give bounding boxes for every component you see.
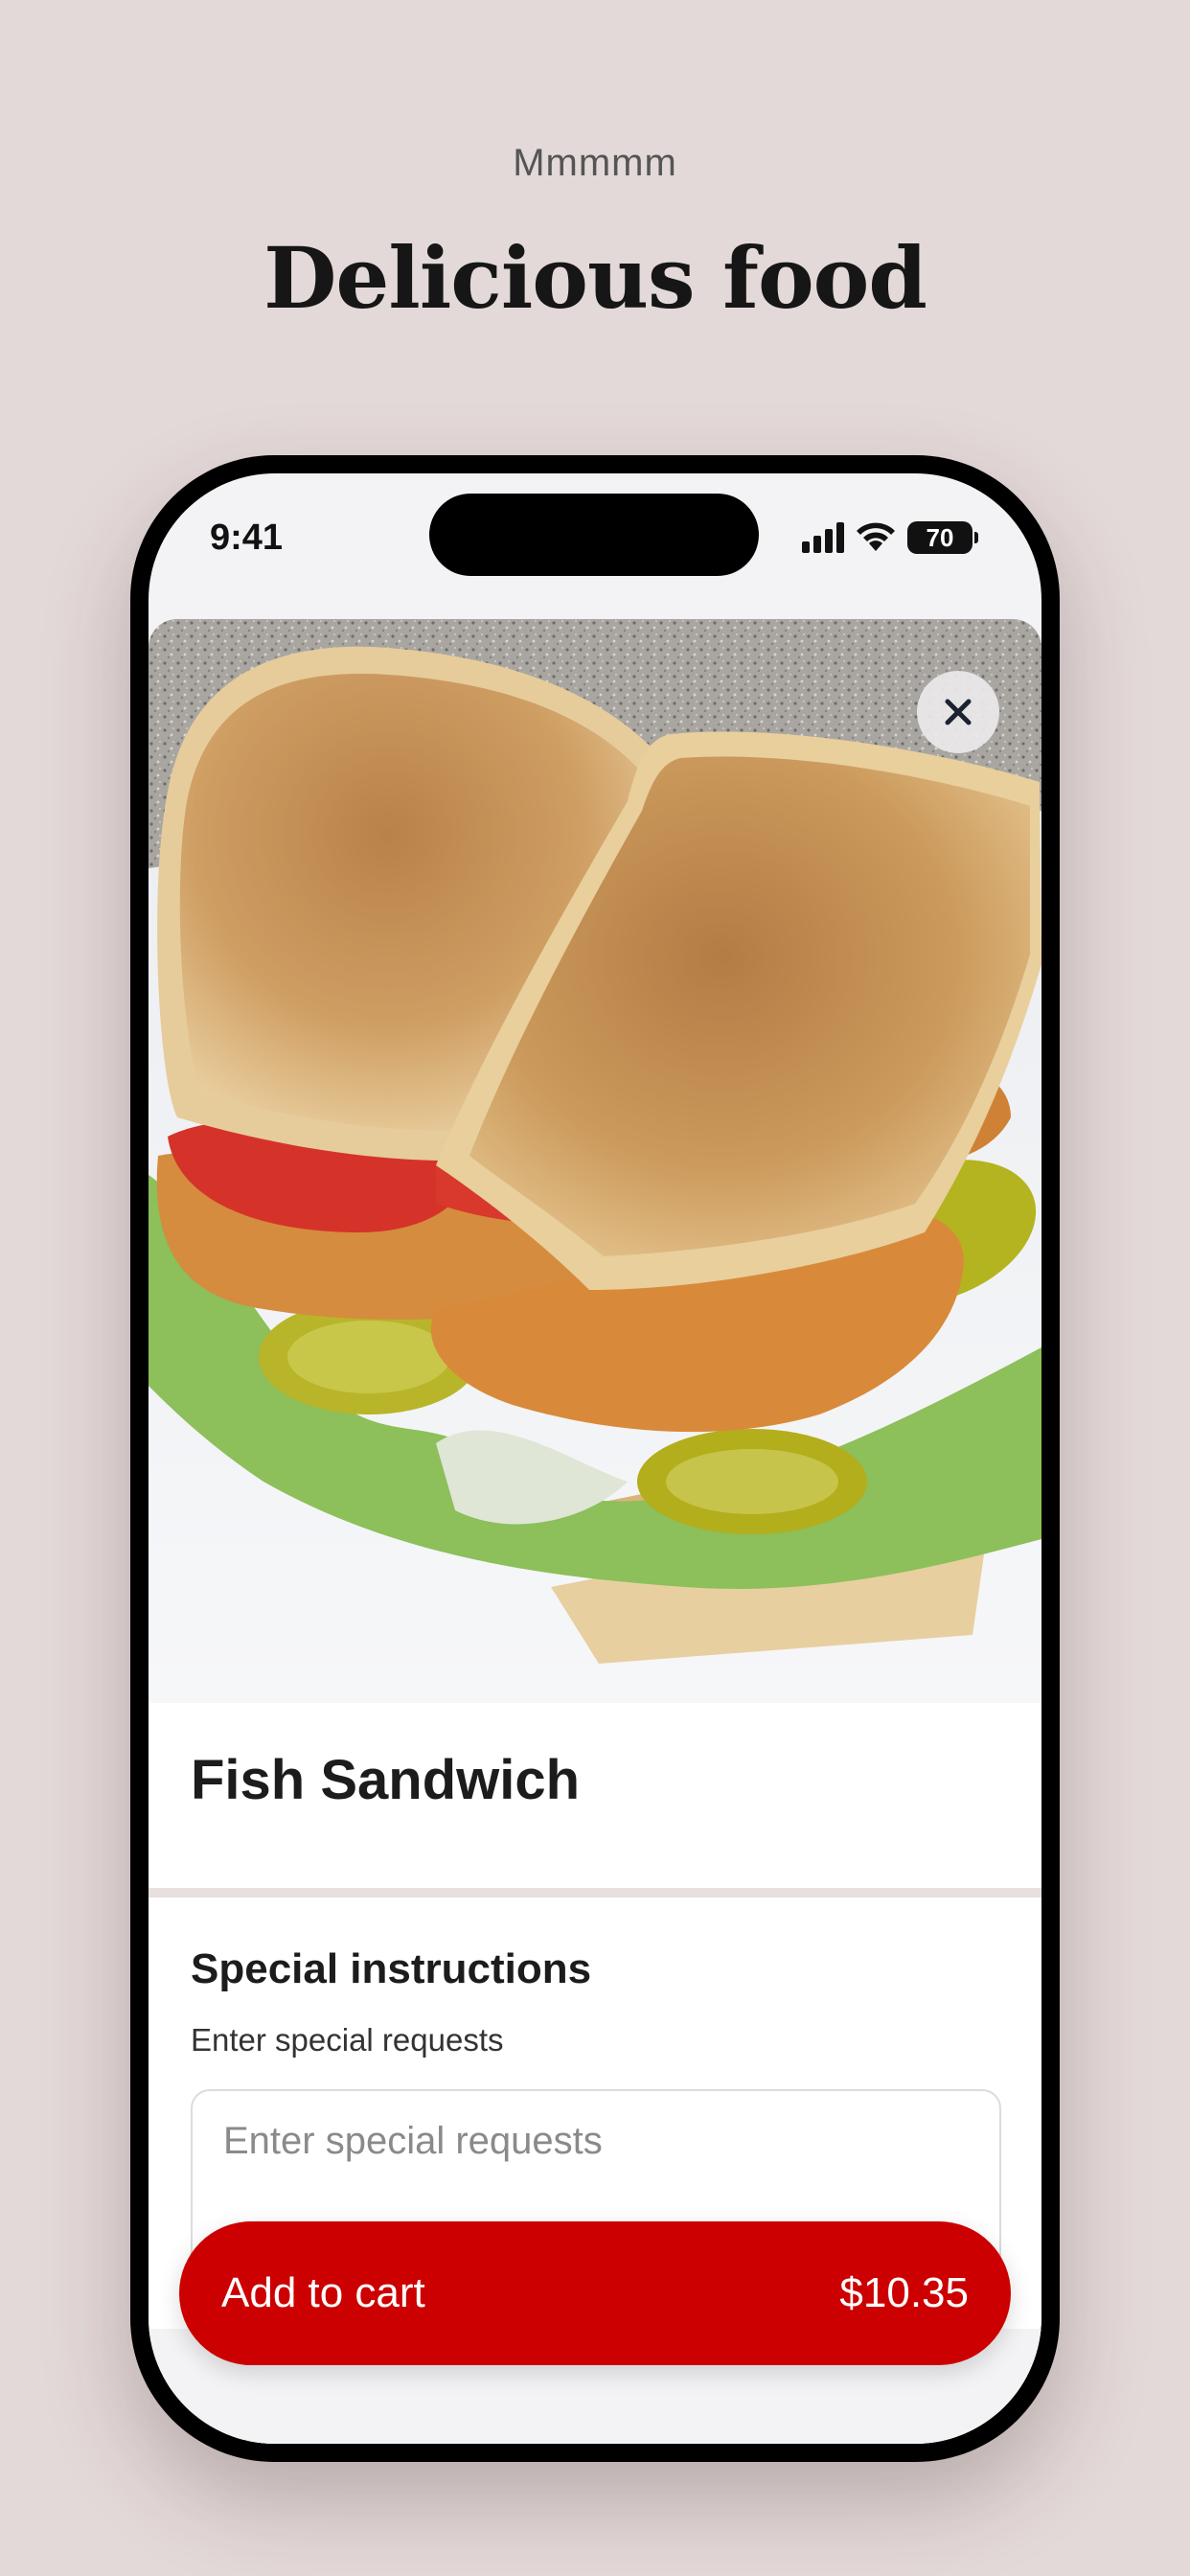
add-to-cart-label: Add to cart [221,2269,425,2316]
close-icon [945,699,972,725]
battery-icon: 70 [907,521,978,554]
close-button[interactable] [917,671,999,753]
page-eyebrow: Mmmmm [513,142,677,184]
status-time: 9:41 [210,518,284,558]
section-divider [149,1888,1041,1898]
wifi-icon [856,522,896,553]
dynamic-island [429,494,759,576]
special-instructions-subtitle: Enter special requests [191,2022,504,2058]
phone-frame: 9:41 70 Fish Sandwich Special instructio… [130,455,1060,2462]
phone-screen: 9:41 70 Fish Sandwich Special instructio… [149,473,1041,2444]
signal-icon [802,522,844,553]
add-to-cart-button[interactable]: Add to cart $10.35 [179,2221,1011,2365]
item-title: Fish Sandwich [191,1749,581,1811]
fish-sandwich-photo [149,619,1041,1703]
item-sheet: Fish Sandwich Special instructions Enter… [149,619,1041,2444]
page-headline: Delicious food [263,228,927,328]
special-instructions-title: Special instructions [191,1945,592,1992]
status-icons: 70 [802,521,978,554]
battery-level: 70 [907,521,973,554]
cart-price: $10.35 [839,2269,969,2316]
